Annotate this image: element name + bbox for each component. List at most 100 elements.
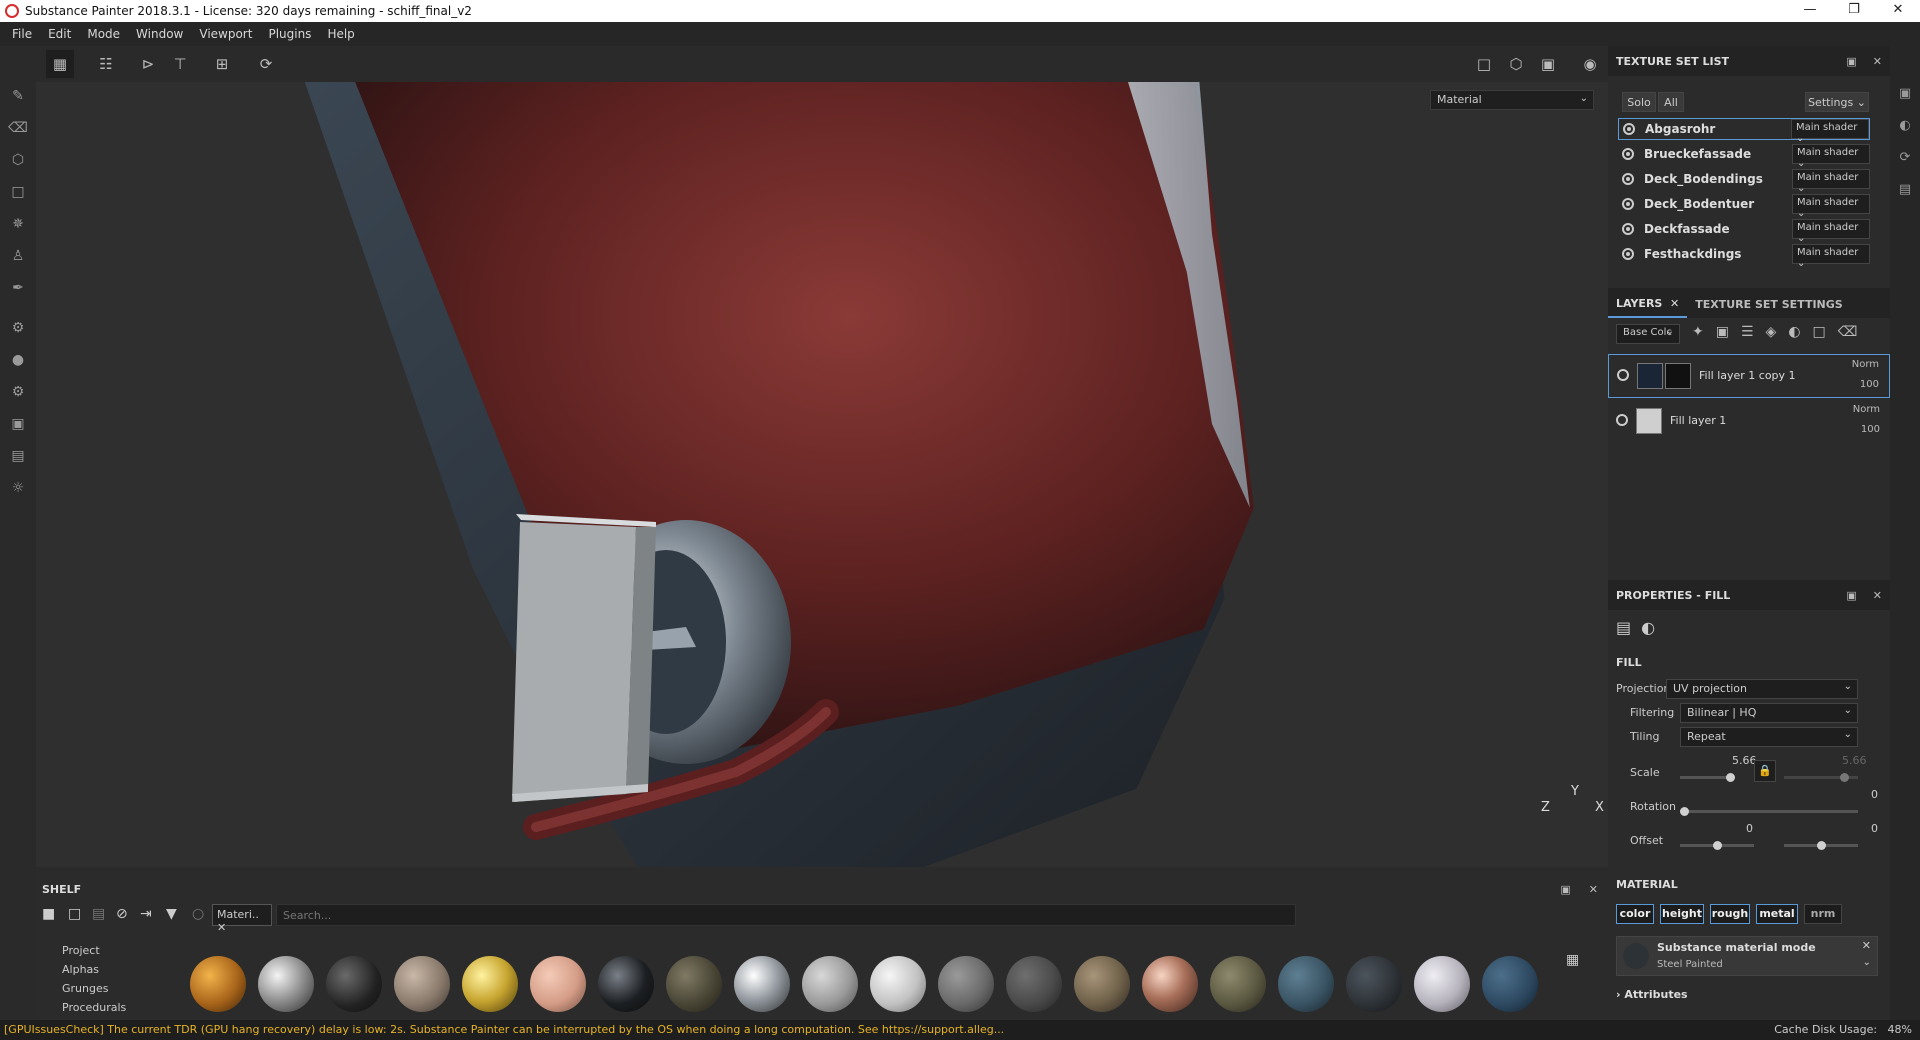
layer-row[interactable]: Fill layer 1 Norm 100 xyxy=(1608,400,1890,444)
channel-metal-toggle[interactable]: metal xyxy=(1756,904,1798,924)
menu-file[interactable]: File xyxy=(4,27,40,41)
filtering-select[interactable]: Bilinear | HQ ⌄ xyxy=(1680,703,1858,723)
texture-set-row[interactable]: Deck_Bodendings Main shader ⌄ xyxy=(1618,168,1870,194)
refresh-icon[interactable]: ○ xyxy=(192,906,204,922)
photoshop-export-icon[interactable]: ▣ xyxy=(8,414,28,434)
material-tab-icon[interactable]: ◐ xyxy=(1641,618,1655,637)
properties-tab-icon[interactable]: ▤ xyxy=(1616,618,1631,637)
material-thumbnail[interactable] xyxy=(1074,956,1130,1012)
status-warning[interactable]: [GPUIssuesCheck] The current TDR (GPU ha… xyxy=(4,1023,1004,1036)
texture-set-row[interactable]: Deck_Bodentuer Main shader ⌄ xyxy=(1618,193,1870,219)
all-button[interactable]: All xyxy=(1658,92,1684,112)
shader-select[interactable]: Main shader ⌄ xyxy=(1792,194,1870,219)
slider-knob[interactable] xyxy=(1726,773,1735,782)
hide-icon[interactable]: ⊘ xyxy=(116,906,128,922)
shelf-search-input[interactable] xyxy=(276,904,1296,926)
color-picker-icon[interactable]: ✒ xyxy=(8,278,28,298)
blend-mode[interactable]: Norm xyxy=(1852,359,1879,370)
offset-u-slider[interactable] xyxy=(1680,841,1754,850)
solo-button[interactable]: Solo xyxy=(1622,92,1656,112)
tiling-select[interactable]: Repeat ⌄ xyxy=(1680,727,1858,747)
shelf-category-alphas[interactable]: Alphas xyxy=(62,963,99,976)
texture-set-row[interactable]: Festhackdings Main shader ⌄ xyxy=(1618,243,1870,269)
paint-brush-icon[interactable]: ✎ xyxy=(8,86,28,106)
layer-opacity[interactable]: 100 xyxy=(1860,379,1879,390)
save-icon[interactable]: ▤ xyxy=(92,906,105,922)
add-icon[interactable]: ⊞ xyxy=(208,50,236,78)
menu-mode[interactable]: Mode xyxy=(79,27,128,41)
visibility-icon[interactable] xyxy=(1616,414,1628,426)
material-thumbnail[interactable] xyxy=(462,956,518,1012)
rotation-value[interactable]: 0 xyxy=(1871,788,1878,801)
add-mask-icon[interactable]: ◐ xyxy=(1788,324,1800,340)
material-thumbnail[interactable] xyxy=(870,956,926,1012)
channel-select[interactable]: Base Colc ⌄ xyxy=(1616,324,1680,344)
symmetry-x-icon[interactable]: ⊳ xyxy=(134,50,162,78)
add-layer-icon[interactable]: ☰ xyxy=(1741,324,1754,340)
channel-rough-toggle[interactable]: rough xyxy=(1710,904,1750,924)
material-thumbnail[interactable] xyxy=(1210,956,1266,1012)
folder-icon[interactable]: ■ xyxy=(42,906,55,922)
shader-select[interactable]: Main shader ⌄ xyxy=(1792,169,1870,194)
scale-u-slider[interactable] xyxy=(1680,773,1735,782)
maximize-icon[interactable]: ❐ xyxy=(1832,0,1876,22)
material-thumbnail[interactable] xyxy=(530,956,586,1012)
lock-icon[interactable]: 🔒 xyxy=(1754,760,1776,782)
plugin-gear-icon[interactable]: ☼ xyxy=(8,478,28,498)
history-icon[interactable]: ⟳ xyxy=(252,50,280,78)
add-folder-icon[interactable]: □ xyxy=(1813,324,1826,340)
float-panel-icon[interactable]: ▣ xyxy=(1846,55,1856,68)
shelf-category-project[interactable]: Project xyxy=(62,944,100,957)
channel-nrm-toggle[interactable]: nrm xyxy=(1804,904,1842,924)
rotation-slider[interactable] xyxy=(1680,807,1858,816)
ship-model-render[interactable] xyxy=(36,82,1608,867)
effect-wand-icon[interactable]: ✦ xyxy=(1692,324,1704,340)
close-icon[interactable]: ✕ xyxy=(1876,0,1920,22)
grid-view-icon[interactable]: ▦ xyxy=(1566,952,1579,968)
visibility-icon[interactable] xyxy=(1622,248,1634,260)
material-thumbnail[interactable] xyxy=(1414,956,1470,1012)
material-thumbnail[interactable] xyxy=(190,956,246,1012)
menu-help[interactable]: Help xyxy=(319,27,362,41)
visibility-icon[interactable] xyxy=(1623,123,1635,135)
material-thumbnail[interactable] xyxy=(1278,956,1334,1012)
visibility-icon[interactable] xyxy=(1622,148,1634,160)
projection-select[interactable]: UV projection ⌄ xyxy=(1666,679,1858,699)
close-icon[interactable]: ✕ xyxy=(1862,939,1871,952)
texture-set-row[interactable]: Deckfassade Main shader ⌄ xyxy=(1618,218,1870,244)
clone-stamp-icon[interactable]: ♙ xyxy=(8,246,28,266)
particle-icon[interactable]: ● xyxy=(8,350,28,370)
tab-texture-set-settings[interactable]: TEXTURE SET SETTINGS xyxy=(1687,290,1850,318)
shelf-category-procedurals[interactable]: Procedurals xyxy=(62,1001,126,1013)
settings-button[interactable]: Settings ⌄ xyxy=(1805,92,1869,112)
material-thumbnail[interactable] xyxy=(258,956,314,1012)
substance-material-mode[interactable]: Substance material mode Steel Painted ✕ … xyxy=(1616,936,1878,976)
camera-video-icon[interactable]: ▣ xyxy=(1534,50,1562,78)
mask-icon[interactable]: ▣ xyxy=(1716,324,1729,340)
shader-select[interactable]: Main shader ⌄ xyxy=(1792,144,1870,169)
menu-plugins[interactable]: Plugins xyxy=(260,27,319,41)
material-thumbnail[interactable] xyxy=(938,956,994,1012)
chevron-down-icon[interactable]: ⌄ xyxy=(1863,957,1871,968)
remove-filter-icon[interactable]: ✕ xyxy=(217,921,226,934)
viewport-mode-select[interactable]: Material ⌄ xyxy=(1430,90,1594,110)
offset-v-slider[interactable] xyxy=(1784,841,1858,850)
view-2d-icon[interactable]: □ xyxy=(1470,50,1498,78)
eraser-icon[interactable]: ⌫ xyxy=(8,118,28,138)
shader-select[interactable]: Main shader ⌄ xyxy=(1792,219,1870,244)
texture-set-row[interactable]: Abgasrohr Main shader ⌄ xyxy=(1618,118,1870,144)
material-thumbnail[interactable] xyxy=(802,956,858,1012)
shelf-category-grunges[interactable]: Grunges xyxy=(62,982,108,995)
slider-knob[interactable] xyxy=(1817,841,1826,850)
import-icon[interactable]: ⇥ xyxy=(140,906,152,922)
close-panel-icon[interactable]: ✕ xyxy=(1589,883,1598,896)
delete-icon[interactable]: ⌫ xyxy=(1838,324,1858,340)
view-3d-cube-icon[interactable]: ⬡ xyxy=(1502,50,1530,78)
symmetry-y-icon[interactable]: ⊤ xyxy=(166,50,194,78)
projection-icon[interactable]: ⬡ xyxy=(8,150,28,170)
screenshot-camera-icon[interactable]: ◉ xyxy=(1576,50,1604,78)
history-icon[interactable]: ⟳ xyxy=(1897,150,1913,166)
visibility-icon[interactable] xyxy=(1622,223,1634,235)
filter-chip[interactable]: Materi.. ✕ xyxy=(212,904,272,934)
material-thumbnail[interactable] xyxy=(734,956,790,1012)
